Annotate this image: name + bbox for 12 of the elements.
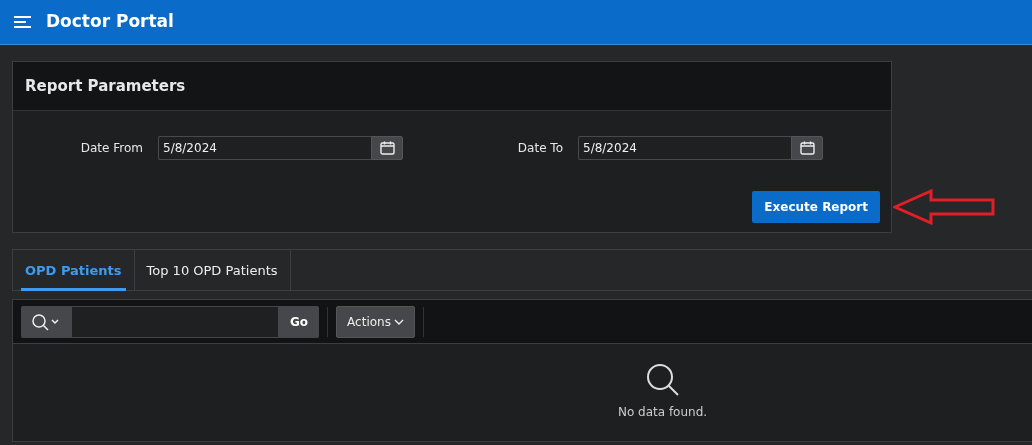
go-button[interactable]: Go	[279, 305, 319, 338]
empty-message: No data found.	[617, 404, 708, 421]
actions-button[interactable]: Actions	[336, 305, 415, 338]
panel-title: Report Parameters	[25, 75, 186, 97]
tab[interactable]: Top 10 OPD Patients	[134, 250, 291, 291]
field-label: Date To	[516, 140, 564, 157]
execute-report-button[interactable]: Execute Report	[752, 191, 880, 223]
app-title: Doctor Portal	[46, 10, 174, 34]
date-field[interactable]: 5/8/2024	[158, 136, 371, 160]
tab[interactable]: OPD Patients	[13, 250, 135, 291]
date-field[interactable]: 5/8/2024	[578, 136, 791, 160]
field-label: Date From	[79, 140, 144, 157]
